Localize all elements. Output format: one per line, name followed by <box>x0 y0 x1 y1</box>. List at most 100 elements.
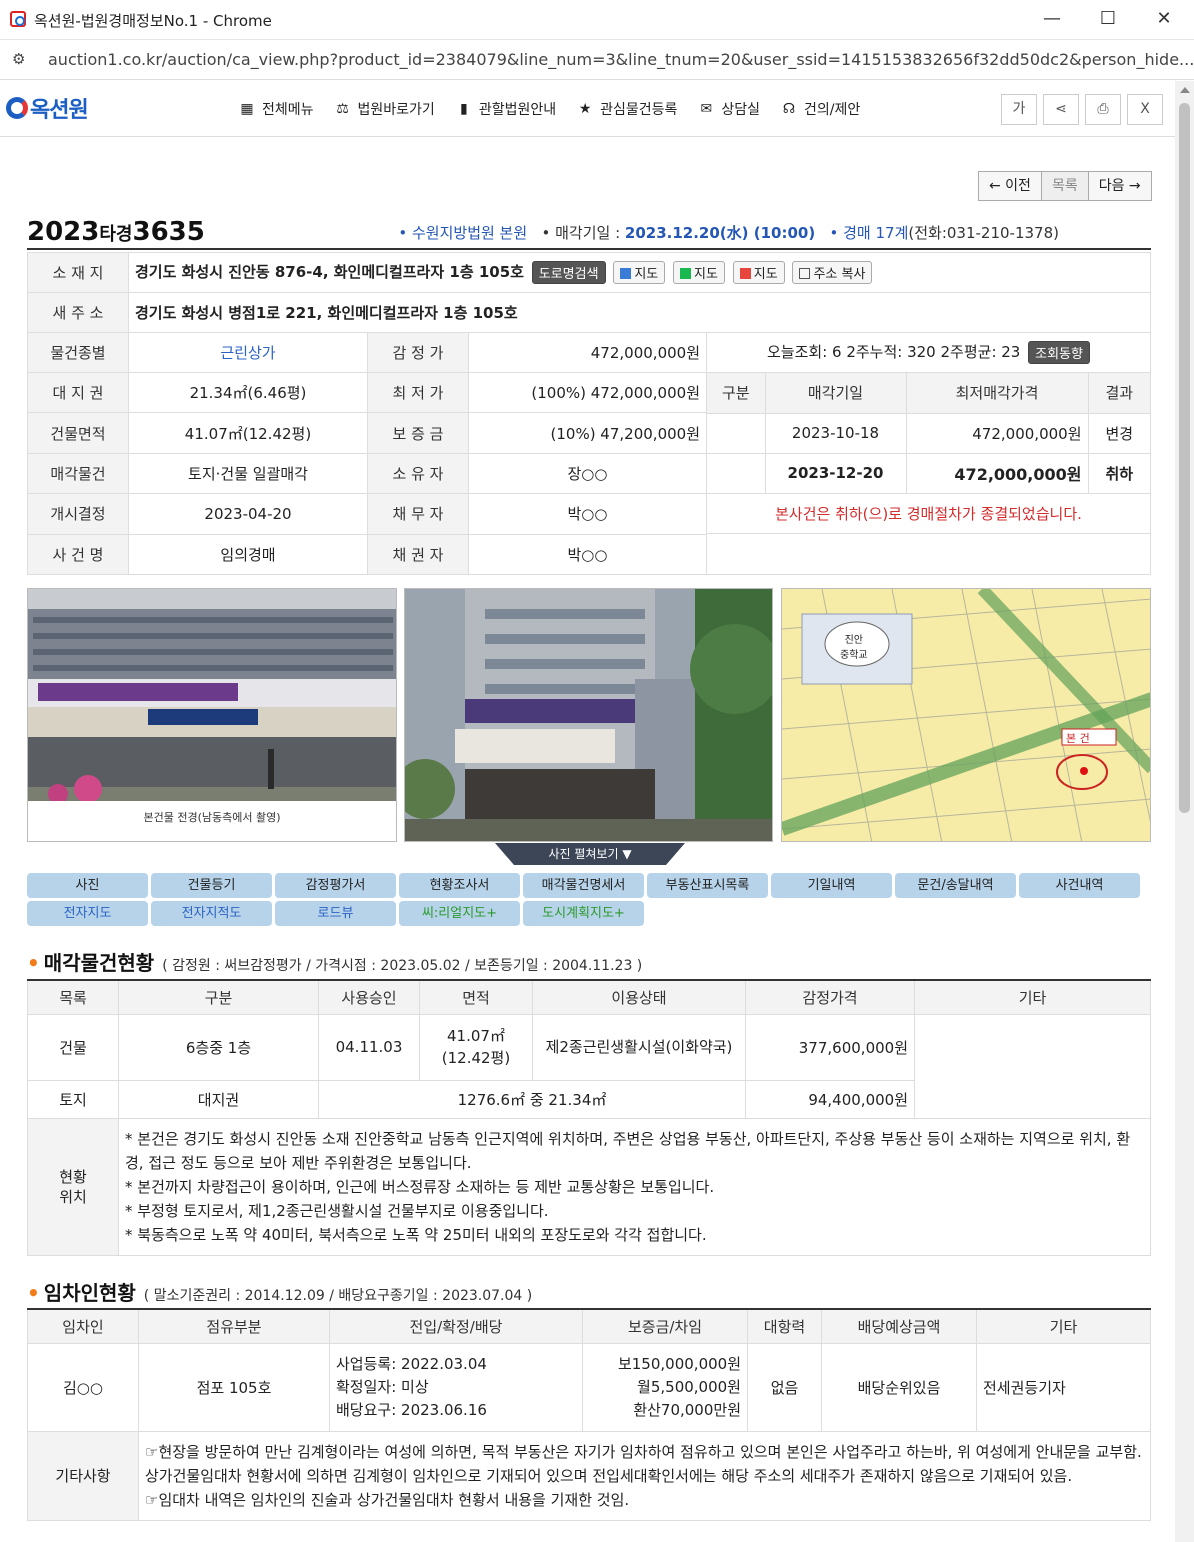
daum-map-button[interactable]: 지도 <box>613 261 666 284</box>
address-cell: 경기도 화성시 진안동 876-4, 화인메디컬프라자 1층 105호 도로명검… <box>128 252 1151 293</box>
sale-date-label: • 매각기일 : <box>541 224 625 242</box>
land-right-value: 21.34㎡(6.46평) <box>128 371 368 414</box>
tab-schedule[interactable]: 기일내역 <box>771 873 892 898</box>
owner-value: 장○○ <box>468 452 707 495</box>
list-button[interactable]: 목록 <box>1041 172 1089 200</box>
menu-all[interactable]: ▦ 전체메뉴 <box>238 99 313 119</box>
views-trend-button[interactable]: 조회동향 <box>1028 341 1090 364</box>
pager: ← 이전 목록 다음 → <box>978 171 1152 201</box>
case-info: • 수원지방법원 본원 • 매각기일 : 2023.12.20(水) (10:0… <box>398 222 1059 243</box>
table-row: 건물 6층중 1층 04.11.03 41.07㎡ (12.42평) 제2종근린… <box>27 1013 1151 1119</box>
tab-e-map[interactable]: 전자지도 <box>27 901 148 926</box>
dept-name[interactable]: • 경매 17계 <box>830 224 909 242</box>
building-photo-2[interactable] <box>404 588 773 842</box>
menu-watchlist[interactable]: ★ 관심물건등록 <box>576 99 678 119</box>
tool-buttons: 가 ⋖ ⎙ X <box>1001 94 1163 125</box>
headset-icon: ☊ <box>782 101 796 117</box>
grid-icon: ▦ <box>240 101 254 117</box>
hist-header: 결과 <box>1087 373 1150 414</box>
print-button[interactable]: ⎙ <box>1085 94 1121 125</box>
site-settings-icon[interactable]: ⚙ <box>12 50 25 68</box>
column-header: 임차인 <box>27 1308 139 1344</box>
url-text[interactable]: auction1.co.kr/auction/ca_view.php?produ… <box>48 50 1194 69</box>
minimize-icon[interactable]: — <box>1040 8 1064 32</box>
column-header: 기타 <box>976 1308 1151 1344</box>
tab-cadastral[interactable]: 전자지적도 <box>151 901 272 926</box>
tab-case-history[interactable]: 사건내역 <box>1019 873 1140 898</box>
close-page-button[interactable]: X <box>1127 94 1163 125</box>
min-price-label: 최 저 가 <box>367 371 469 414</box>
hist-date: 2023-12-20 <box>764 453 906 494</box>
column-header: 대항력 <box>747 1308 822 1344</box>
location-map[interactable]: 진안 중학교 본 건 <box>781 588 1151 842</box>
menu-suggest[interactable]: ☊ 건의/제안 <box>780 99 860 119</box>
tab-property-list[interactable]: 부동산표시목록 <box>647 873 768 898</box>
column-header: 이용상태 <box>532 979 746 1015</box>
column-header: 사용승인 <box>318 979 420 1015</box>
photo-expand-button[interactable]: 사진 펼쳐보기 ▼ <box>495 843 685 865</box>
bullet-icon: • <box>27 1281 40 1305</box>
menu-court-link[interactable]: ⚖ 법원바로가기 <box>334 99 435 119</box>
chat-icon: ✉ <box>700 101 713 117</box>
maximize-icon[interactable]: ☐ <box>1096 8 1120 32</box>
menu-consult[interactable]: ✉ 상담실 <box>697 99 761 119</box>
column-header: 구분 <box>118 979 319 1015</box>
naver-map-button[interactable]: 지도 <box>673 261 725 284</box>
copy-address-button[interactable]: 주소 복사 <box>792 261 873 284</box>
etc-notes: ☞현장을 방문하여 만난 김계형이라는 여성에 의하면, 목적 부동산은 자기가… <box>138 1430 1151 1521</box>
kind-value[interactable]: 근린상가 <box>128 332 368 373</box>
print-icon: ⎙ <box>1097 101 1109 117</box>
appraisal-value: 472,000,000원 <box>468 332 707 373</box>
tab-documents[interactable]: 문건/송달내역 <box>895 873 1016 898</box>
building-photo-1[interactable]: 본건물 전경(남동측에서 촬영) <box>27 588 397 842</box>
sale-item-value: 토지·건물 일괄매각 <box>128 452 368 495</box>
address-label: 소 재 지 <box>27 252 129 293</box>
tab-real-map[interactable]: 씨:리얼지도+ <box>399 901 520 926</box>
share-button[interactable]: ⋖ <box>1043 94 1079 125</box>
history-cell: 구분 매각기일 최저매각가격 결과 2023-10-18 472,000,000… <box>706 372 1151 575</box>
case-name-value: 임의경매 <box>128 533 368 576</box>
bullet-icon: • <box>27 951 40 975</box>
creditor-value: 박○○ <box>468 533 707 576</box>
hist-result: 변경 <box>1087 413 1150 454</box>
building-photo-2-image <box>405 589 772 841</box>
kind-label: 물건종별 <box>27 332 129 373</box>
tab-sale-spec[interactable]: 매각물건명세서 <box>523 873 644 898</box>
tab-roadview[interactable]: 로드뷰 <box>275 901 396 926</box>
road-search-button[interactable]: 도로명검색 <box>531 261 606 284</box>
tab-appraisal[interactable]: 감정평가서 <box>275 873 396 898</box>
next-button[interactable]: 다음 → <box>1088 172 1151 200</box>
vertical-scrollbar[interactable] <box>1175 81 1194 1542</box>
menu-court-guide[interactable]: ▮ 관할법원안내 <box>455 99 556 119</box>
hist-row: 2023-10-18 472,000,000원 변경 <box>707 413 1150 454</box>
tab-urban-plan[interactable]: 도시계획지도+ <box>523 901 644 926</box>
appraisal-label: 감 정 가 <box>367 332 469 373</box>
tab-survey[interactable]: 현황조사서 <box>399 873 520 898</box>
close-icon[interactable]: ✕ <box>1152 8 1176 32</box>
scroll-up-icon[interactable] <box>1180 87 1190 93</box>
building-area-label: 건물면적 <box>27 412 129 454</box>
column-header: 보증금/차임 <box>582 1308 748 1344</box>
site-favicon-icon <box>10 11 26 27</box>
column-header: 면적 <box>419 979 533 1015</box>
history-table: 구분 매각기일 최저매각가격 결과 2023-10-18 472,000,000… <box>707 373 1150 574</box>
address-bar[interactable]: ⚙ auction1.co.kr/auction/ca_view.php?pro… <box>0 40 1194 80</box>
scrollbar-thumb[interactable] <box>1179 103 1190 813</box>
tenant-table: 임차인 점유부분 전입/확정/배당 보증금/차임 대항력 배당예상금액 기타 김… <box>27 1308 1151 1521</box>
tab-building-register[interactable]: 건물등기 <box>151 873 272 898</box>
table-row: 김○○ 점포 105호 사업등록: 2022.03.04 확정일자: 미상 배당… <box>27 1342 1151 1432</box>
top-navigation: 옥션원 ▦ 전체메뉴 ⚖ 법원바로가기 ▮ 관할법원안내 ★ 관심물건등록 ✉ 상담실 ☊… <box>0 81 1175 137</box>
hist-header: 매각기일 <box>764 373 906 414</box>
gavel-icon: ⚖ <box>336 101 349 117</box>
daum-icon <box>620 268 632 279</box>
logo-mark-icon <box>6 97 28 119</box>
column-header: 기타 <box>914 979 1151 1015</box>
google-map-button[interactable]: 지도 <box>732 261 785 284</box>
google-icon <box>739 268 751 279</box>
page-content: 옥션원 ▦ 전체메뉴 ⚖ 법원바로가기 ▮ 관할법원안내 ★ 관심물건등록 ✉ 상담실 ☊… <box>0 81 1175 1542</box>
tab-photo[interactable]: 사진 <box>27 873 148 898</box>
font-size-button[interactable]: 가 <box>1001 94 1037 125</box>
prev-button[interactable]: ← 이전 <box>979 172 1042 200</box>
site-logo[interactable]: 옥션원 <box>6 95 89 123</box>
court-name[interactable]: • 수원지방법원 본원 <box>398 224 527 242</box>
